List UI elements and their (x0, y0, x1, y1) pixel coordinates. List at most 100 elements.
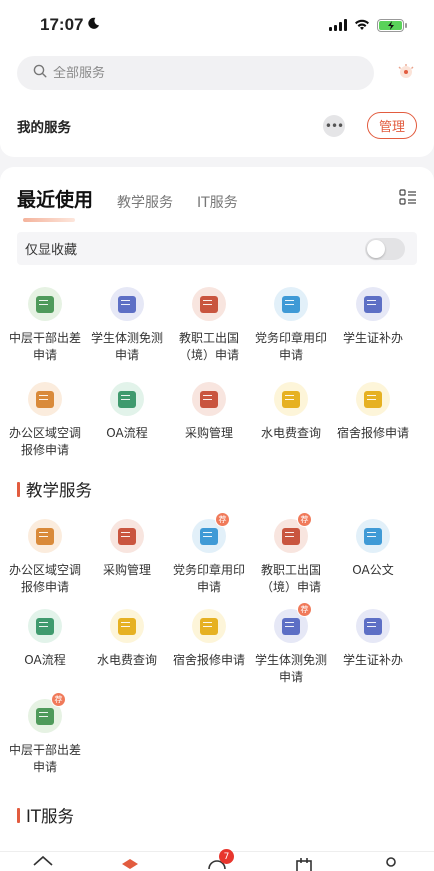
document-icon: 荐 (274, 602, 312, 643)
service-item[interactable]: 荐党务印章用印申请 (169, 512, 249, 609)
status-icons (329, 16, 407, 35)
service-item-label: 党务印章用印申请 (254, 331, 327, 362)
service-item[interactable]: OA流程 (5, 609, 85, 699)
id-card-icon (356, 609, 390, 643)
lightning-icon (274, 382, 308, 416)
stamp-doc-icon: 荐 (192, 512, 230, 553)
status-time-group: 17:07 (40, 15, 100, 35)
form-icon (28, 287, 62, 321)
service-item[interactable]: 中层干部出差申请 (5, 287, 85, 382)
plane-doc-icon (192, 287, 226, 321)
signal-icon (329, 19, 347, 31)
service-item-label: 学生体测免测申请 (254, 653, 327, 684)
my-services-actions: ••• 管理 (322, 112, 417, 139)
profile-icon[interactable] (379, 855, 403, 871)
recommend-badge: 荐 (215, 512, 230, 527)
lightning-icon (110, 609, 144, 643)
document-icon (356, 519, 390, 553)
document-icon (110, 287, 144, 321)
search-row (17, 56, 417, 90)
service-item[interactable]: 宿舍报修申请 (169, 609, 249, 699)
edit-doc-icon (28, 382, 62, 416)
tab-bar: 最近使用 教学服务 IT服务 (17, 185, 417, 222)
service-item-label: 学生体测免测申请 (90, 331, 163, 362)
edit-doc-icon (28, 519, 62, 553)
status-bar: 17:07 (0, 0, 434, 50)
service-item-label: OA流程 (24, 653, 66, 667)
building-icon (192, 609, 226, 643)
bottom-tab-bar: 7 (0, 849, 434, 871)
it-section-header: IT服务 (17, 803, 417, 827)
service-item-label: OA流程 (106, 426, 148, 440)
moon-icon (87, 15, 100, 35)
more-dots-icon[interactable]: ••• (322, 114, 345, 137)
service-item-label: 水电费查询 (96, 653, 157, 667)
status-time: 17:07 (40, 15, 84, 34)
service-item[interactable]: 水电费查询 (251, 382, 331, 477)
tab-it[interactable]: IT服务 (197, 192, 238, 222)
service-item-label: 教职工出国（境）申请 (178, 331, 239, 362)
main-card: 最近使用 教学服务 IT服务 仅显收藏 中层干部出差申请 学生体测免测申请 教职工出… (0, 167, 434, 871)
messages-icon[interactable]: 7 (205, 849, 234, 871)
service-item[interactable]: 宿舍报修申请 (333, 382, 413, 477)
wifi-icon (354, 16, 370, 35)
service-item[interactable]: 办公区域空调报修申请 (5, 382, 85, 477)
plane-doc-icon: 荐 (274, 512, 312, 553)
section-accent-bar (17, 807, 20, 823)
service-item[interactable]: 教职工出国（境）申请 (169, 287, 249, 382)
service-item[interactable]: 采购管理 (169, 382, 249, 477)
tab-teaching[interactable]: 教学服务 (117, 192, 173, 222)
id-card-icon (356, 287, 390, 321)
top-card: 我的服务 ••• 管理 (0, 50, 434, 157)
service-item[interactable]: 水电费查询 (87, 609, 167, 699)
favorites-filter-label: 仅显收藏 (25, 243, 78, 258)
building-icon (356, 382, 390, 416)
my-services-title: 我的服务 (17, 119, 71, 136)
stamp-doc-icon (274, 287, 308, 321)
service-item-label: 党务印章用印申请 (172, 563, 245, 594)
it-section-title: IT服务 (26, 807, 74, 826)
service-item-label: 办公区域空调报修申请 (8, 563, 81, 594)
service-item-label: 中层干部出差申请 (8, 743, 81, 774)
home-icon[interactable] (31, 855, 55, 871)
service-item-label: 宿舍报修申请 (336, 426, 409, 440)
service-item[interactable]: 学生体测免测申请 (87, 287, 167, 382)
service-item[interactable]: 荐中层干部出差申请 (5, 692, 85, 789)
teaching-services-grid: 办公区域空调报修申请 采购管理荐党务印章用印申请荐教职工出国（境）申请 OA公文 OA… (5, 512, 417, 789)
teaching-section-header: 教学服务 (17, 477, 417, 501)
service-item[interactable]: OA流程 (87, 382, 167, 477)
service-item[interactable]: 采购管理 (87, 519, 167, 609)
grid-menu-icon[interactable] (399, 189, 417, 209)
service-item[interactable]: 荐教职工出国（境）申请 (251, 512, 331, 609)
search-doc-icon (110, 382, 144, 416)
service-item-label: OA公文 (352, 563, 394, 577)
search-doc-icon (28, 609, 62, 643)
service-item[interactable]: OA公文 (333, 519, 413, 609)
tab-recent[interactable]: 最近使用 (17, 185, 93, 222)
favorites-toggle[interactable] (365, 237, 405, 260)
manage-button[interactable]: 管理 (366, 112, 417, 139)
search-bar[interactable] (17, 56, 374, 90)
search-input[interactable] (53, 65, 303, 81)
service-item[interactable]: 学生证补办 (333, 609, 413, 699)
service-item[interactable]: 学生证补办 (333, 287, 413, 382)
service-item-label: 学生证补办 (342, 331, 403, 345)
services-icon[interactable] (118, 855, 142, 871)
form-icon: 荐 (28, 692, 66, 733)
search-icon (33, 64, 47, 82)
service-item[interactable]: 党务印章用印申请 (251, 287, 331, 382)
purchase-doc-icon (192, 382, 226, 416)
calendar-icon[interactable] (292, 855, 316, 871)
service-item[interactable]: 办公区域空调报修申请 (5, 519, 85, 609)
service-item-label: 教职工出国（境）申请 (260, 563, 321, 594)
service-item-label: 学生证补办 (342, 653, 403, 667)
service-item-label: 中层干部出差申请 (8, 331, 81, 362)
recommend-badge: 荐 (297, 602, 312, 617)
lightbulb-icon[interactable] (395, 62, 417, 84)
favorites-filter-row: 仅显收藏 (17, 232, 417, 265)
service-item[interactable]: 荐学生体测免测申请 (251, 602, 331, 699)
teaching-section-title: 教学服务 (26, 481, 92, 500)
section-accent-bar (17, 481, 20, 497)
recommend-badge: 荐 (297, 512, 312, 527)
service-item-label: 采购管理 (102, 563, 151, 577)
